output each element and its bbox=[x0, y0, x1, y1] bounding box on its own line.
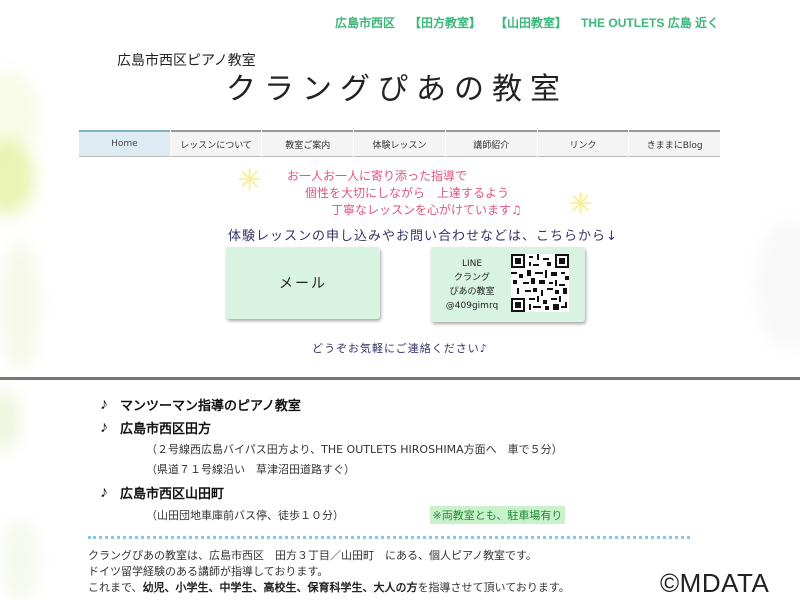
flower-petal-decoration bbox=[755, 220, 800, 350]
qr-code-icon bbox=[511, 254, 569, 312]
nav-item-lessons[interactable]: レッスンについて bbox=[170, 130, 262, 157]
line-name: ぴあの教室 bbox=[449, 287, 495, 297]
flower-petal-decoration bbox=[0, 140, 35, 215]
nav-item-home[interactable]: Home bbox=[79, 130, 170, 157]
line-info: LINE クラング ぴあの教室 @409gimrq bbox=[439, 257, 505, 313]
feature-detail: （山田団地車庫前バス停、徒歩１０分） bbox=[146, 509, 344, 522]
nav-item-instructor[interactable]: 講師紹介 bbox=[445, 130, 537, 157]
line-button[interactable]: LINE クラング ぴあの教室 @409gimrq bbox=[431, 247, 585, 322]
feature-heading: マンツーマン指導のピアノ教室 bbox=[120, 398, 301, 413]
sparkle-icon: ✳ bbox=[237, 163, 263, 198]
list-item: ♪ マンツーマン指導のピアノ教室 bbox=[100, 395, 565, 414]
top-link-outlets-near[interactable]: THE OUTLETS 広島 近く bbox=[581, 14, 719, 31]
about-students: 幼児、小学生、中学生、高校生、保育科学生、大人の方 bbox=[142, 581, 418, 594]
top-link-nishi-ku[interactable]: 広島市西区 bbox=[335, 14, 395, 31]
line-name: クラング bbox=[453, 273, 490, 283]
about-line: これまで、幼児、小学生、中学生、高校生、保育科学生、大人の方を指導させて頂いてお… bbox=[88, 580, 648, 596]
flower-petal-decoration bbox=[0, 240, 40, 370]
intro-line: お一人お一人に寄り添った指導で bbox=[287, 169, 468, 183]
feature-detail: （県道７１号線沿い 草津沼田道路すぐ） bbox=[146, 463, 355, 476]
about-line: ドイツ留学経験のある講師が指導しております。 bbox=[88, 565, 329, 578]
feature-heading: 広島市西区山田町 bbox=[120, 486, 225, 501]
intro-line: 個性を大切にしながら 上達するよう bbox=[305, 186, 510, 200]
feature-detail-row: （山田団地車庫前バス停、徒歩１０分） ※両教室とも、駐車場有り bbox=[100, 506, 566, 524]
top-link-yamada-classroom[interactable]: 【山田教室】 bbox=[495, 14, 567, 31]
music-note-icon: ♪ bbox=[100, 418, 108, 436]
nav-item-blog[interactable]: きままにBlog bbox=[629, 130, 721, 157]
intro-line: 丁寧なレッスンを心がけています♫ bbox=[331, 203, 522, 217]
line-id: @409gimrq bbox=[445, 301, 499, 311]
site-title[interactable]: クラングぴあの教室 bbox=[226, 64, 568, 108]
nav-item-classroom-info[interactable]: 教室ご案内 bbox=[262, 130, 354, 157]
section-divider bbox=[0, 377, 800, 380]
intro-message: お一人お一人に寄り添った指導で 個性を大切にしながら 上達するよう 丁寧なレッス… bbox=[280, 168, 540, 219]
about-text-post: を指導させて頂いております。 bbox=[417, 581, 570, 594]
contact-casual-note: どうぞお気軽にご連絡ください♪ bbox=[312, 342, 488, 355]
mail-button[interactable]: メール bbox=[226, 247, 380, 319]
music-note-icon: ♪ bbox=[100, 483, 108, 501]
flower-petal-decoration bbox=[0, 390, 20, 450]
music-note-icon: ♪ bbox=[100, 395, 108, 413]
feature-heading: 広島市西区田方 bbox=[120, 421, 212, 436]
list-item: ♪ 広島市西区田方 bbox=[100, 418, 565, 437]
about-text: クラングぴあの教室は、広島市西区 田方３丁目／山田町 にある、個人ピアノ教室です… bbox=[88, 548, 648, 596]
top-links: 広島市西区 【田方教室】 【山田教室】 THE OUTLETS 広島 近く bbox=[335, 14, 719, 31]
about-line: クラングぴあの教室は、広島市西区 田方３丁目／山田町 にある、個人ピアノ教室です… bbox=[88, 549, 537, 562]
dotted-divider bbox=[88, 536, 690, 539]
watermark: ©MDATA bbox=[660, 568, 770, 598]
sparkle-icon: ✳ bbox=[568, 187, 594, 222]
flower-petal-decoration bbox=[0, 520, 40, 600]
top-link-tagata-classroom[interactable]: 【田方教室】 bbox=[409, 14, 481, 31]
features-list: ♪ マンツーマン指導のピアノ教室 ♪ 広島市西区田方 （２号線西広島バイパス田方… bbox=[100, 395, 566, 528]
contact-lead: 体験レッスンの申し込みやお問い合わせなどは、こちらから↓ bbox=[228, 229, 618, 244]
main-nav: Home レッスンについて 教室ご案内 体験レッスン 講師紹介 リンク きままに… bbox=[79, 130, 721, 157]
parking-note: ※両教室とも、駐車場有り bbox=[429, 506, 566, 524]
nav-item-links[interactable]: リンク bbox=[537, 130, 629, 157]
line-label: LINE bbox=[461, 259, 483, 269]
nav-item-trial-lesson[interactable]: 体験レッスン bbox=[354, 130, 445, 157]
feature-detail: （２号線西広島バイパス田方より、THE OUTLETS HIROSHIMA方面へ… bbox=[146, 443, 563, 456]
about-text-pre: これまで、 bbox=[88, 581, 143, 594]
list-item: ♪ 広島市西区山田町 bbox=[100, 483, 565, 502]
